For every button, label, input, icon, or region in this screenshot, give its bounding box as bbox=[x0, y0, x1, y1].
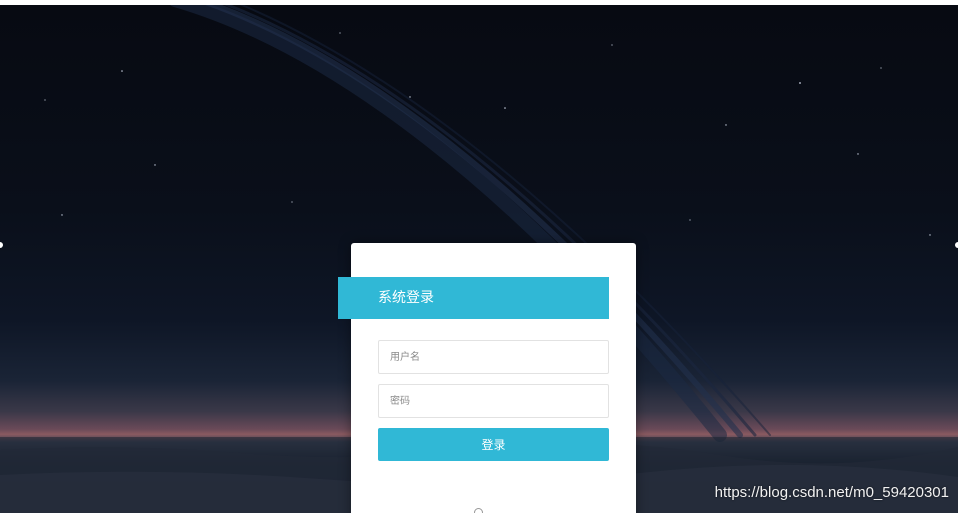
stars bbox=[44, 32, 931, 236]
circle-icon bbox=[474, 508, 483, 513]
password-input[interactable] bbox=[378, 384, 609, 418]
login-title: 系统登录 bbox=[338, 277, 609, 319]
username-input[interactable] bbox=[378, 340, 609, 374]
watermark-url: https://blog.csdn.net/m0_59420301 bbox=[714, 484, 949, 501]
login-button[interactable]: 登录 bbox=[378, 428, 609, 461]
